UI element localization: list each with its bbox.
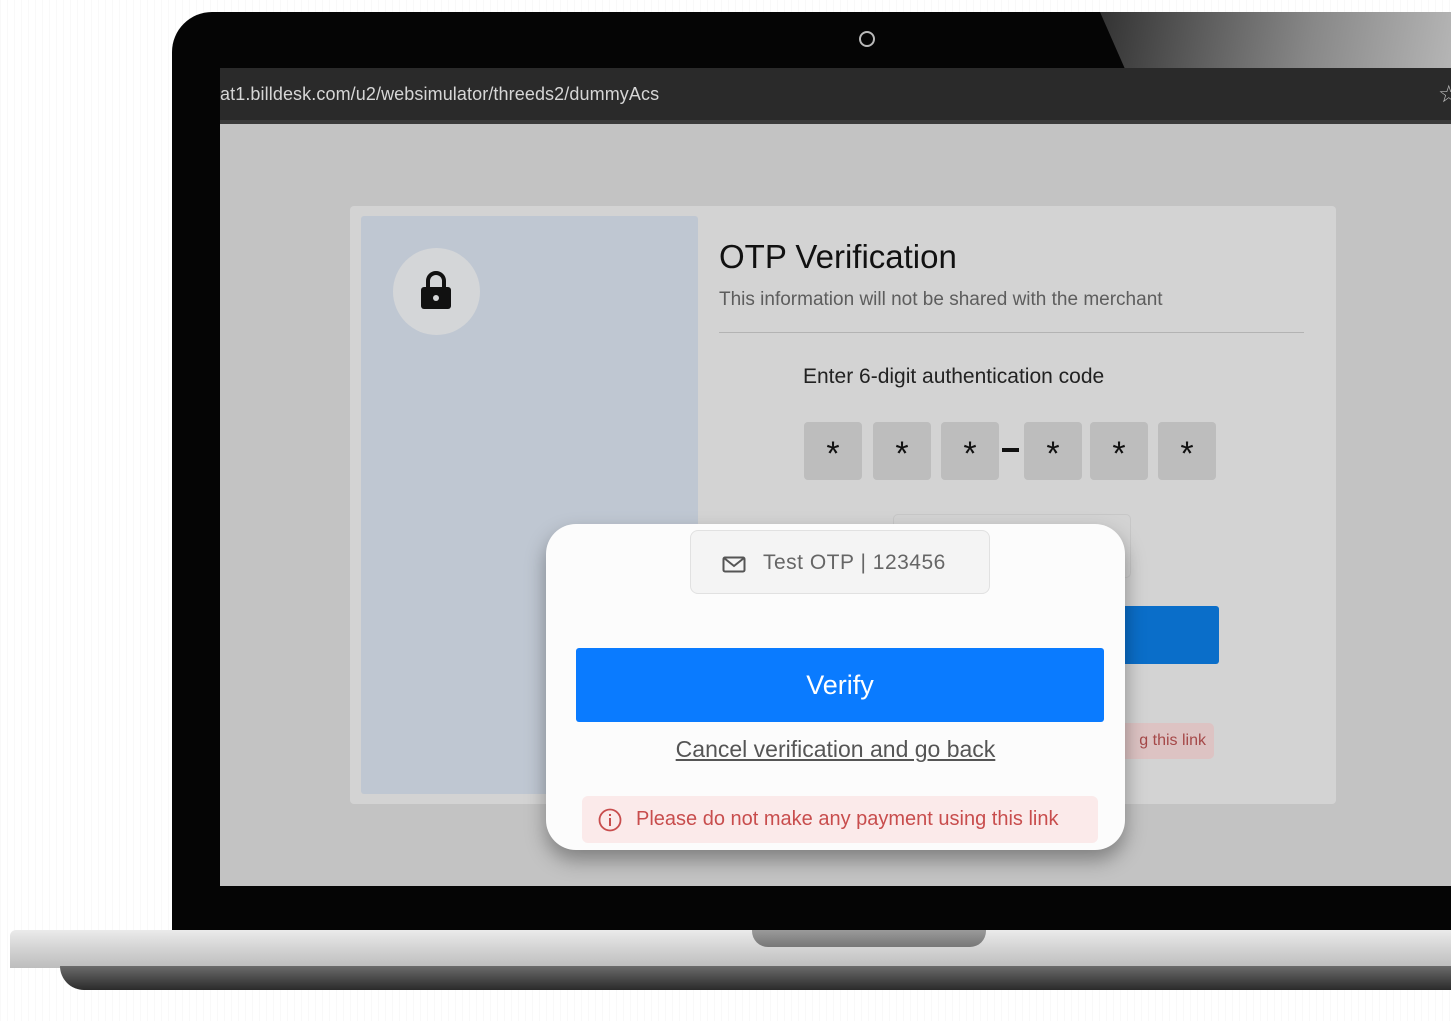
url-text[interactable]: at1.billdesk.com/u2/websimulator/threeds… [220, 84, 659, 105]
otp-digit-3[interactable]: * [941, 422, 999, 480]
info-icon [598, 808, 622, 832]
cancel-verification-link[interactable]: Cancel verification and go back [546, 736, 1125, 763]
test-otp-hint: Test OTP | 123456 [690, 530, 990, 594]
otp-digit-2[interactable]: * [873, 422, 931, 480]
screen-glare [1100, 12, 1451, 68]
divider [719, 332, 1304, 333]
otp-digit-1[interactable]: * [804, 422, 862, 480]
otp-separator [1002, 448, 1019, 452]
camera-icon [859, 31, 875, 47]
page-subtitle: This information will not be shared with… [719, 289, 1163, 310]
laptop-notch [752, 930, 986, 947]
otp-digit-4[interactable]: * [1024, 422, 1082, 480]
warning-text: Please do not make any payment using thi… [636, 808, 1059, 830]
code-label: Enter 6-digit authentication code [803, 365, 1105, 388]
bookmark-star-icon[interactable]: ☆ [1438, 80, 1451, 109]
address-bar[interactable]: at1.billdesk.com/u2/websimulator/threeds… [220, 68, 1451, 124]
laptop-base [10, 930, 1451, 968]
otp-digit-6[interactable]: * [1158, 422, 1216, 480]
lock-icon [421, 271, 451, 309]
test-otp-text: Test OTP | 123456 [763, 551, 946, 574]
zoomed-callout: Test OTP | 123456 Verify Cancel verifica… [546, 524, 1125, 850]
lock-badge [393, 248, 480, 335]
verify-button[interactable]: Verify [576, 648, 1104, 722]
page-title: OTP Verification [719, 238, 957, 275]
mail-icon [722, 556, 746, 573]
laptop-base-shadow [60, 966, 1451, 990]
otp-digit-5[interactable]: * [1090, 422, 1148, 480]
warning-banner: Please do not make any payment using thi… [582, 796, 1098, 843]
